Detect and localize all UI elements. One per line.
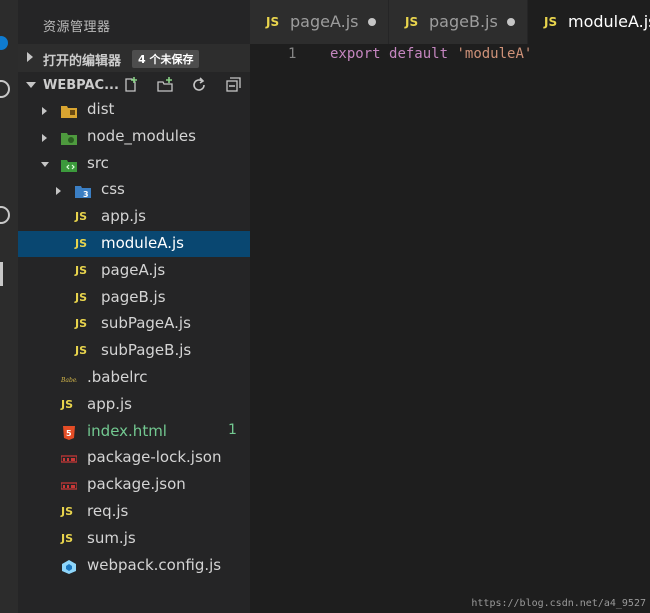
tree-item-label: package.json [87,475,186,494]
code-editor[interactable]: 1 export default 'moduleA' [250,44,650,613]
tree-row-package-lock-json[interactable]: package-lock.json [18,445,250,471]
tree-row-node-modules[interactable]: node_modules [18,124,250,150]
debug-icon[interactable] [0,206,10,224]
sidebar-title: 资源管理器 [43,20,111,35]
open-editors-header[interactable]: 打开的编辑器 4 个未保存 [18,44,250,72]
tab-pageb[interactable]: JS pageB.js [389,0,527,44]
tree-item-label: moduleA.js [101,234,184,252]
tree-row-app-js[interactable]: JS app.js [18,204,250,230]
tree-row-css[interactable]: 3 css [18,177,250,203]
tree-item-label: node_modules [87,126,196,145]
tree-row-index-html[interactable]: 5 index.html 1 [18,419,250,445]
js-icon: JS [75,317,88,331]
notification-dot-icon[interactable] [0,36,8,50]
problem-count-badge: 1 [228,421,237,438]
svg-text:5: 5 [66,429,72,438]
npm-icon [60,478,78,492]
webpack-icon [61,559,77,574]
chevron-right-icon[interactable] [42,107,47,115]
js-icon: JS [75,210,88,224]
activity-bar [0,0,18,613]
js-icon: JS [405,15,419,29]
tree-item-label: index.html [87,421,167,440]
js-icon: JS [61,531,74,545]
tree-item-label: sum.js [87,528,136,547]
open-editors-label: 打开的编辑器 [43,54,122,69]
babel-icon: Babel [60,371,78,385]
editor-tab-bar: JS pageA.js JS pageB.js JS moduleA.js [250,0,650,44]
watermark: https://blog.csdn.net/a4_9527 [471,598,646,609]
tree-row-src[interactable]: src [18,151,250,177]
code-string: 'moduleA' [456,46,533,62]
svg-text:Babel: Babel [61,377,77,384]
js-icon: JS [75,263,88,277]
js-icon: JS [75,237,88,250]
chevron-down-icon[interactable] [41,161,49,167]
tree-item-label: src [87,153,109,172]
folder-src-icon [61,157,77,172]
code-keyword-default: default [389,46,449,62]
tree-row-sum-js[interactable]: JS sum.js [18,526,250,552]
tree-item-label: css [101,180,125,199]
extensions-icon[interactable] [0,262,3,286]
collapse-all-icon[interactable] [224,76,242,94]
code-keyword-export: export [330,46,381,62]
explorer-sidebar: 资源管理器 打开的编辑器 4 个未保存 WEBPAC... dist node_m… [18,0,250,613]
npm-icon [60,451,78,465]
unsaved-dot-icon[interactable] [368,18,376,26]
code-line[interactable]: export default 'moduleA' [330,46,532,62]
js-icon: JS [544,15,558,29]
tree-row-babelrc[interactable]: Babel .babelrc [18,365,250,391]
folder-css-icon: 3 [75,183,91,199]
tab-modulea[interactable]: JS moduleA.js [528,0,650,44]
tree-row-modulea-js[interactable]: JS moduleA.js [18,231,250,257]
tree-row-app-js[interactable]: JS app.js [18,392,250,418]
tree-row-subpageb-js[interactable]: JS subPageB.js [18,338,250,364]
tree-row-package-json[interactable]: package.json [18,472,250,498]
html5-icon: 5 [61,425,77,440]
search-icon[interactable] [0,80,10,98]
tab-label: moduleA.js [568,12,650,31]
svg-text:3: 3 [83,190,89,198]
tree-item-label: req.js [87,502,129,520]
js-icon: JS [61,505,74,518]
tree-item-label: subPageB.js [101,341,192,360]
chevron-right-icon[interactable] [56,187,61,196]
tab-pagea[interactable]: JS pageA.js [250,0,388,44]
tree-row-dist[interactable]: dist [18,97,250,123]
line-number: 1 [288,46,297,62]
js-icon: JS [75,290,88,304]
js-icon: JS [75,344,88,358]
folder-node-icon [61,130,77,145]
js-icon: JS [266,15,280,29]
unsaved-dot-icon[interactable] [507,18,515,26]
tree-item-label: app.js [101,207,146,226]
tree-item-label: pageB.js [101,287,166,306]
chevron-down-icon [26,82,36,88]
tree-row-subpagea-js[interactable]: JS subPageA.js [18,311,250,337]
tree-item-label: pageA.js [101,260,166,279]
project-label: WEBPAC... [43,78,119,93]
tree-row-req-js[interactable]: JS req.js [18,499,250,525]
tree-item-label: dist [87,100,115,118]
tree-item-label: app.js [87,394,132,413]
new-folder-icon[interactable] [156,76,174,94]
chevron-right-icon[interactable] [42,133,47,142]
tree-item-label: .babelrc [87,368,148,386]
chevron-right-icon [27,52,33,62]
tree-item-label: package-lock.json [87,448,222,467]
refresh-icon[interactable] [190,76,208,94]
tab-label: pageB.js [429,12,498,31]
js-icon: JS [61,397,74,411]
tree-item-label: subPageA.js [101,314,191,333]
project-header[interactable]: WEBPAC... [18,72,250,100]
folder-dist-icon [61,103,77,118]
new-file-icon[interactable] [122,76,140,94]
tree-row-pageb-js[interactable]: JS pageB.js [18,285,250,311]
tree-row-webpack-config-js[interactable]: webpack.config.js [18,553,250,579]
tree-row-pagea-js[interactable]: JS pageA.js [18,258,250,284]
unsaved-count-badge: 4 个未保存 [132,50,200,68]
tree-item-label: webpack.config.js [87,555,222,574]
tab-label: pageA.js [290,12,359,31]
